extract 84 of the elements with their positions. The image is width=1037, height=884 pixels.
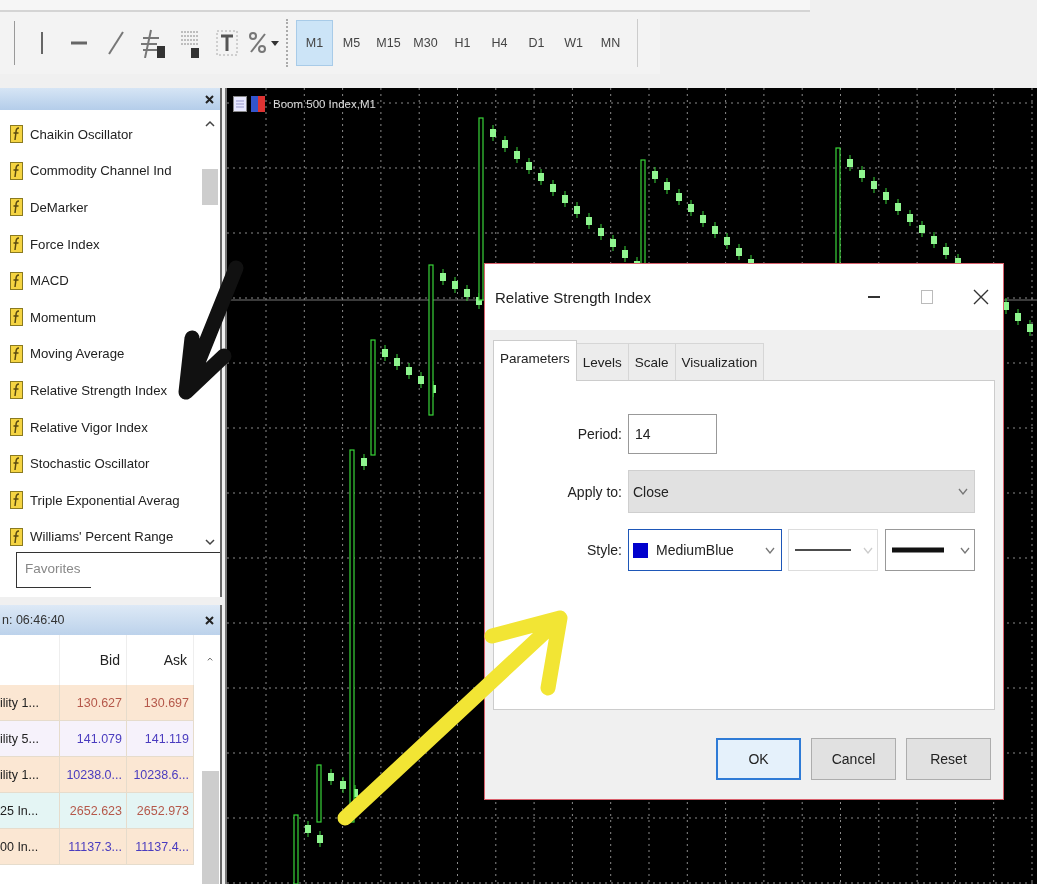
symbol-cell: 25 In... bbox=[0, 793, 60, 829]
dialog-tab[interactable]: Scale bbox=[627, 343, 676, 380]
close-icon[interactable] bbox=[973, 289, 989, 305]
function-icon bbox=[10, 381, 23, 400]
dialog-tab[interactable]: Visualization bbox=[674, 343, 765, 380]
indicator-item[interactable]: Triple Exponential Averag bbox=[0, 481, 200, 519]
scroll-down-icon[interactable] bbox=[205, 539, 215, 546]
thin-line-icon bbox=[795, 548, 851, 552]
indicator-item[interactable]: DeMarker bbox=[0, 189, 200, 226]
function-icon bbox=[10, 271, 23, 290]
timeframe-button[interactable]: MN bbox=[592, 20, 629, 66]
dialog-tab[interactable]: Levels bbox=[575, 343, 629, 380]
indicator-item[interactable]: Relative Vigor Index bbox=[0, 408, 200, 446]
price-cell: 141.119 bbox=[127, 721, 194, 757]
price-cell: 2652.623 bbox=[60, 793, 127, 829]
panel-title: n: 06:46:40 bbox=[2, 613, 65, 627]
chart-title: Boom 500 Index,M1 bbox=[273, 98, 376, 110]
timeframe-button[interactable]: H1 bbox=[444, 20, 481, 66]
close-icon[interactable] bbox=[204, 93, 215, 105]
timeframe-button[interactable]: M15 bbox=[370, 20, 407, 66]
close-icon[interactable] bbox=[204, 614, 215, 626]
symbol-cell: ility 1... bbox=[0, 757, 60, 793]
thick-line-icon bbox=[892, 547, 944, 553]
line-width-dropdown[interactable] bbox=[885, 529, 975, 571]
dialog-title: Relative Strength Index bbox=[495, 288, 652, 306]
scrollbar-thumb[interactable] bbox=[201, 770, 219, 884]
dialog-button[interactable]: Reset bbox=[906, 738, 991, 780]
favorites-tab[interactable]: Favorites bbox=[16, 553, 91, 588]
indicator-item[interactable]: Momentum bbox=[0, 298, 200, 336]
period-field[interactable]: 14 bbox=[628, 414, 717, 454]
function-icon bbox=[10, 418, 23, 437]
chevron-down-icon bbox=[765, 546, 775, 554]
indicator-item[interactable]: Chaikin Oscillator bbox=[0, 116, 200, 153]
price-cell: 11137.4... bbox=[127, 829, 194, 865]
field-label: Period: bbox=[576, 426, 622, 442]
price-cell: 2652.973 bbox=[127, 793, 194, 829]
chevron-down-icon bbox=[863, 546, 873, 554]
chart-flag-icon bbox=[251, 96, 265, 112]
color-dropdown[interactable]: MediumBlue bbox=[628, 529, 782, 571]
price-cell: 11137.3... bbox=[60, 829, 127, 865]
function-icon bbox=[10, 161, 23, 180]
function-icon bbox=[10, 308, 23, 327]
indicator-item[interactable]: Williams' Percent Range bbox=[0, 518, 200, 556]
indicator-item[interactable]: Relative Strength Index bbox=[0, 372, 200, 409]
timeframe-button[interactable]: D1 bbox=[518, 20, 555, 66]
symbol-cell: 00 In... bbox=[0, 829, 60, 865]
price-cell: 10238.6... bbox=[127, 757, 194, 793]
timeframe-button[interactable]: M30 bbox=[407, 20, 444, 66]
function-icon bbox=[10, 491, 23, 510]
indicator-item[interactable]: Force Index bbox=[0, 225, 200, 263]
field-label: Apply to: bbox=[566, 483, 622, 500]
price-cell: 130.627 bbox=[60, 685, 127, 721]
function-icon bbox=[10, 454, 23, 473]
timeframe-button[interactable]: M1 bbox=[296, 20, 333, 66]
indicator-item[interactable]: Stochastic Oscillator bbox=[0, 445, 200, 482]
text-tool-icon[interactable] bbox=[214, 28, 239, 58]
symbol-cell: ility 1... bbox=[0, 685, 60, 721]
scroll-up-icon[interactable] bbox=[205, 657, 215, 661]
timeframe-button[interactable]: H4 bbox=[481, 20, 518, 66]
dialog-button[interactable]: OK bbox=[716, 738, 801, 780]
price-cell: 130.697 bbox=[127, 685, 194, 721]
field-label: Style: bbox=[586, 542, 622, 558]
timeframe-button[interactable]: W1 bbox=[555, 20, 592, 66]
apply-to-dropdown[interactable]: Close bbox=[628, 470, 975, 513]
dialog-tab[interactable]: Parameters bbox=[493, 340, 577, 381]
price-cell: 10238.0... bbox=[60, 757, 127, 793]
timeframe-button[interactable]: M5 bbox=[333, 20, 370, 66]
indicator-item[interactable]: MACD bbox=[0, 262, 200, 299]
chevron-down-icon bbox=[960, 546, 970, 554]
indicator-item[interactable]: Commodity Channel Ind bbox=[0, 152, 200, 190]
chart-window-icon bbox=[233, 96, 247, 112]
dialog-button[interactable]: Cancel bbox=[811, 738, 896, 780]
symbol-cell: ility 5... bbox=[0, 721, 60, 757]
line-style-dropdown[interactable] bbox=[788, 529, 878, 571]
function-icon bbox=[10, 125, 23, 144]
function-icon bbox=[10, 198, 23, 217]
scrollbar-thumb[interactable] bbox=[202, 169, 218, 205]
function-icon bbox=[10, 527, 23, 546]
indicator-item[interactable]: Moving Average bbox=[0, 335, 200, 373]
function-icon bbox=[10, 235, 23, 254]
price-cell: 141.079 bbox=[60, 721, 127, 757]
scroll-up-icon[interactable] bbox=[205, 120, 215, 127]
function-icon bbox=[10, 344, 23, 363]
chevron-down-icon bbox=[958, 488, 968, 495]
